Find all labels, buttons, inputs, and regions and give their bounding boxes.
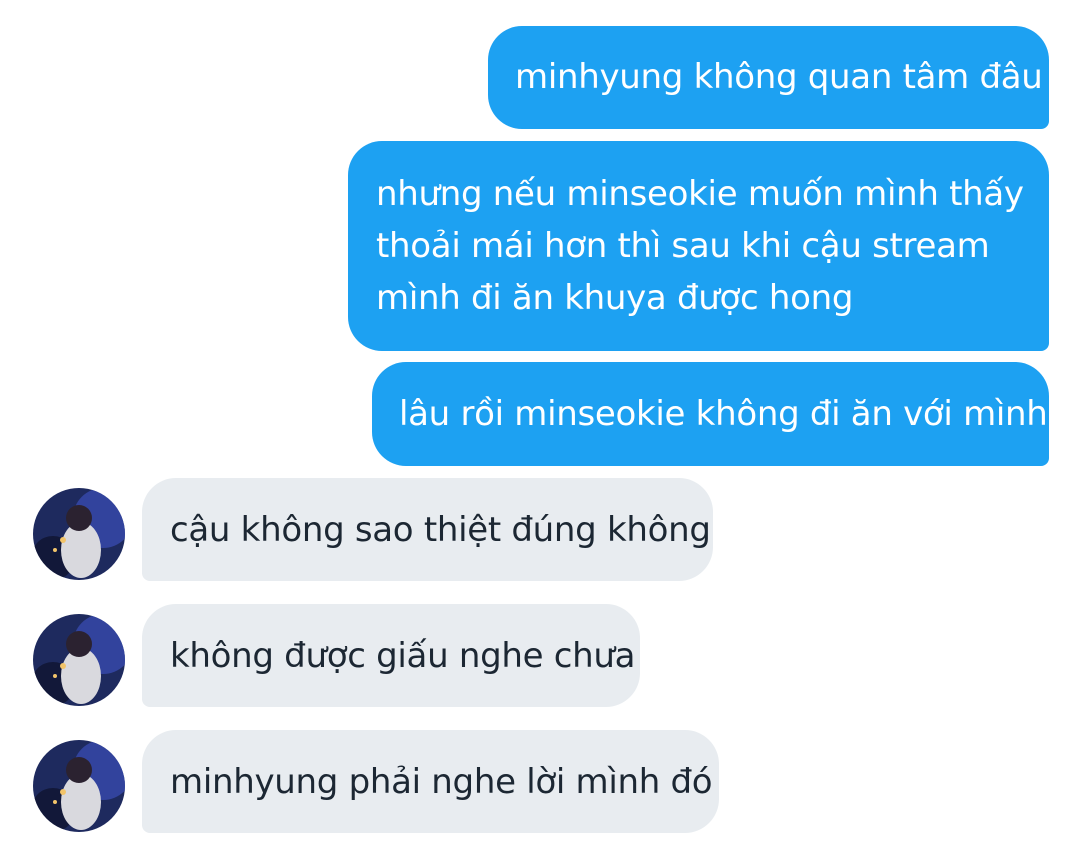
message-text: minhyung không quan tâm đâu xyxy=(515,57,1043,97)
received-message-bubble[interactable]: không được giấu nghe chưa xyxy=(142,604,640,707)
received-message-bubble[interactable]: cậu không sao thiệt đúng không xyxy=(142,478,713,581)
message-text-line: thoải mái hơn thì sau khi cậu stream xyxy=(376,226,990,266)
sent-message-bubble[interactable]: minhyung không quan tâm đâu xyxy=(488,26,1049,129)
message-text: minhyung phải nghe lời mình đó xyxy=(170,762,713,802)
sent-message-bubble[interactable]: lâu rồi minseokie không đi ăn với mình xyxy=(372,362,1049,466)
message-text-line: mình đi ăn khuya được hong xyxy=(376,278,854,318)
contact-avatar[interactable] xyxy=(33,614,125,706)
contact-avatar[interactable] xyxy=(33,488,125,580)
avatar-photo-icon xyxy=(33,614,125,706)
message-text: cậu không sao thiệt đúng không xyxy=(170,510,711,550)
message-text: không được giấu nghe chưa xyxy=(170,636,636,676)
avatar-photo-icon xyxy=(33,740,125,832)
message-text-line: nhưng nếu minseokie muốn mình thấy xyxy=(376,174,1024,214)
sent-message-bubble[interactable]: nhưng nếu minseokie muốn mình thấy thoải… xyxy=(348,141,1049,351)
message-text: lâu rồi minseokie không đi ăn với mình xyxy=(399,394,1048,434)
contact-avatar[interactable] xyxy=(33,740,125,832)
received-message-bubble[interactable]: minhyung phải nghe lời mình đó xyxy=(142,730,719,833)
avatar-photo-icon xyxy=(33,488,125,580)
